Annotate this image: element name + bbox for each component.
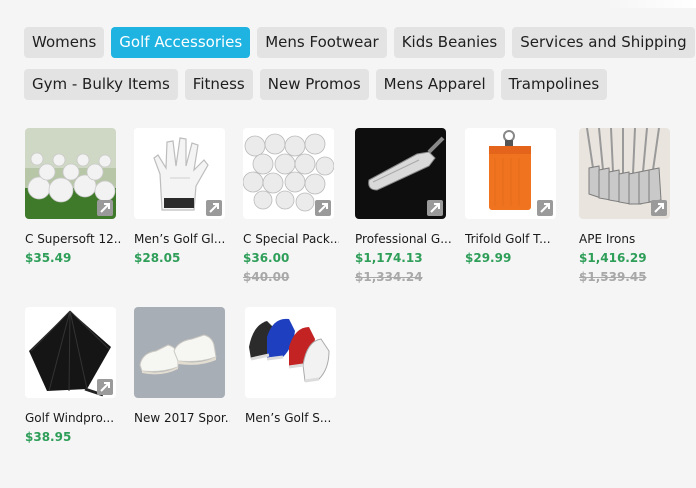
product-name: Men’s Golf Gl... [134,232,226,246]
product-price: $35.49 [25,251,72,265]
product-original-price: $40.00 [243,270,290,284]
product-name: Golf Windpro... [25,411,115,425]
category-filter: Womens Golf Accessories Mens Footwear Ki… [24,27,695,111]
product-card[interactable]: APE Irons $1,416.29 $1,539.45 [579,128,674,284]
expand-icon[interactable] [206,200,222,216]
category-chip-fitness[interactable]: Fitness [184,69,253,100]
product-price: $38.95 [25,430,72,444]
top-edge [606,0,696,8]
product-name: APE Irons [579,232,636,246]
category-row-1: Womens Golf Accessories Mens Footwear Ki… [24,27,695,58]
product-card[interactable]: C Special Pack... $36.00 $40.00 [243,128,339,284]
product-price: $1,416.29 [579,251,647,265]
product-image-golf-balls-grass [25,128,116,219]
product-card[interactable]: Professional G... $1,174.13 $1,334.24 [355,128,451,284]
product-image-golf-balls-pile [243,128,334,219]
expand-icon[interactable] [97,379,113,395]
product-original-price: $1,334.24 [355,270,423,284]
product-price: $28.05 [134,251,181,265]
product-name: New 2017 Spor... [134,411,230,425]
category-chip-kids-beanies[interactable]: Kids Beanies [393,27,506,58]
product-card[interactable]: New 2017 Spor... [134,307,230,425]
expand-icon[interactable] [651,200,667,216]
product-price: $29.99 [465,251,512,265]
expand-icon[interactable] [427,200,443,216]
product-price: $1,174.13 [355,251,423,265]
expand-icon[interactable] [97,200,113,216]
category-chip-mens-apparel[interactable]: Mens Apparel [375,69,494,100]
product-original-price: $1,539.45 [579,270,647,284]
product-image-black-umbrella [25,307,116,398]
category-row-2: Gym - Bulky Items Fitness New Promos Men… [24,69,684,100]
product-image-white-golf-glove [134,128,225,219]
product-card[interactable]: Men’s Golf S... [245,307,340,425]
product-name: C Special Pack... [243,232,339,246]
product-name: Professional G... [355,232,451,246]
product-image-golf-shoes [245,307,336,398]
category-chip-mens-footwear[interactable]: Mens Footwear [257,27,387,58]
product-price: $36.00 [243,251,290,265]
category-chip-trampolines[interactable]: Trampolines [500,69,608,100]
product-image-iron-set [579,128,670,219]
product-name: Trifold Golf T... [465,232,551,246]
product-card[interactable]: Trifold Golf T... $29.99 [465,128,560,265]
category-chip-services-and-shipping[interactable]: Services and Shipping [512,27,695,58]
product-card[interactable]: Golf Windpro... $38.95 [25,307,120,444]
category-chip-womens[interactable]: Womens [24,27,105,58]
category-chip-golf-accessories[interactable]: Golf Accessories [111,27,251,58]
product-image-white-sneakers [134,307,225,398]
product-name: Men’s Golf S... [245,411,332,425]
category-chip-new-promos[interactable]: New Promos [259,69,369,100]
product-card[interactable]: C Supersoft 12... $35.49 [25,128,121,265]
expand-icon[interactable] [537,200,553,216]
expand-icon[interactable] [315,200,331,216]
product-image-golf-iron-head [355,128,446,219]
product-name: C Supersoft 12... [25,232,121,246]
product-image-orange-golf-towel [465,128,556,219]
category-chip-gym-bulky-items[interactable]: Gym - Bulky Items [24,69,178,100]
product-card[interactable]: Men’s Golf Gl... $28.05 [134,128,229,265]
